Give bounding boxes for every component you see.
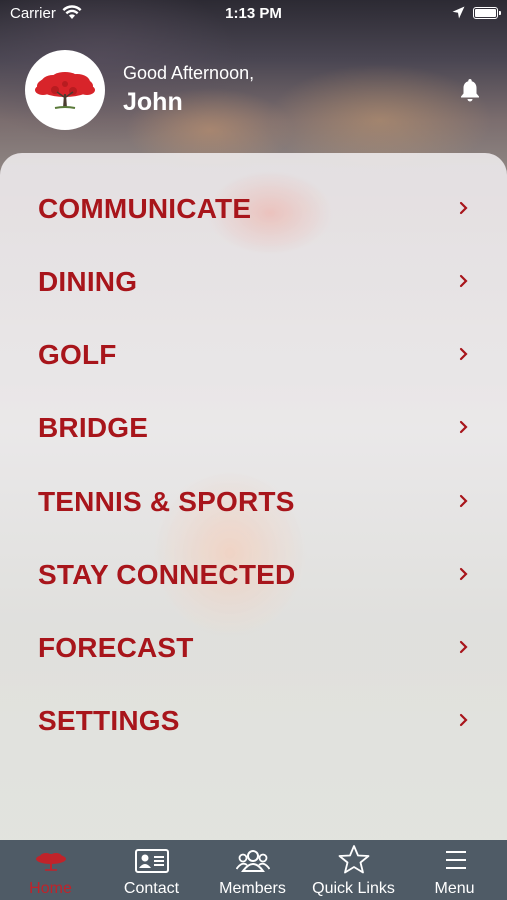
menu-item-bridge[interactable]: BRIDGE — [0, 391, 507, 464]
tree-icon — [35, 853, 66, 871]
menu-item-label: SETTINGS — [38, 705, 180, 736]
chevron-right-icon — [459, 274, 468, 288]
chevron-right-icon — [459, 640, 468, 654]
star-icon — [338, 845, 369, 874]
chevron-right-icon — [459, 347, 468, 361]
club-logo-avatar — [25, 50, 105, 130]
tab-label: Contact — [123, 880, 180, 897]
chevron-right-icon — [459, 420, 468, 434]
tab-contact[interactable]: Contact — [101, 840, 202, 900]
menu-item-label: COMMUNICATE — [38, 193, 252, 224]
location-arrow-icon — [452, 6, 465, 19]
contact-card-icon — [134, 849, 169, 873]
tab-label: Home — [29, 880, 72, 897]
tab-quick-links[interactable]: Quick Links — [303, 840, 404, 900]
tab-label: Menu — [434, 880, 475, 897]
chevron-right-icon — [459, 494, 468, 508]
menu-item-label: DINING — [38, 266, 138, 297]
battery-icon — [473, 7, 501, 19]
menu-item-label: FORECAST — [38, 632, 194, 663]
clock: 1:13 PM — [225, 5, 282, 22]
tab-label: Members — [219, 880, 286, 897]
members-icon — [235, 850, 270, 872]
chevron-right-icon — [459, 713, 468, 727]
menu-item-forecast[interactable]: FORECAST — [0, 611, 507, 684]
menu-item-label: BRIDGE — [38, 412, 149, 443]
menu-item-tennis-sports[interactable]: TENNIS & SPORTS — [0, 465, 507, 538]
user-name: John — [123, 88, 183, 116]
menu-item-communicate[interactable]: COMMUNICATE — [0, 172, 507, 245]
menu-item-label: GOLF — [38, 339, 117, 370]
notification-bell-icon[interactable] — [458, 77, 482, 103]
flame-tree-logo-icon — [35, 72, 95, 109]
bottom-tab-bar: Home Contact Members Quick Links Menu — [0, 840, 507, 900]
chevron-right-icon — [459, 567, 468, 581]
main-menu-card: COMMUNICATE DINING GOLF BRIDGE TENNIS & … — [0, 153, 507, 840]
hamburger-menu-icon — [445, 851, 466, 869]
greeting-text: Good Afternoon, — [123, 63, 255, 83]
greeting-header: Good Afternoon, John — [0, 40, 507, 150]
tab-label: Quick Links — [312, 880, 395, 897]
tab-home[interactable]: Home — [0, 840, 101, 900]
chevron-right-icon — [459, 201, 468, 215]
status-bar: Carrier 1:13 PM — [0, 0, 507, 28]
menu-item-label: STAY CONNECTED — [38, 559, 296, 590]
tab-members[interactable]: Members — [202, 840, 303, 900]
tab-menu[interactable]: Menu — [404, 840, 507, 900]
menu-item-stay-connected[interactable]: STAY CONNECTED — [0, 538, 507, 611]
menu-item-dining[interactable]: DINING — [0, 245, 507, 318]
menu-item-settings[interactable]: SETTINGS — [0, 684, 507, 757]
menu-item-golf[interactable]: GOLF — [0, 318, 507, 391]
menu-item-label: TENNIS & SPORTS — [38, 486, 295, 517]
